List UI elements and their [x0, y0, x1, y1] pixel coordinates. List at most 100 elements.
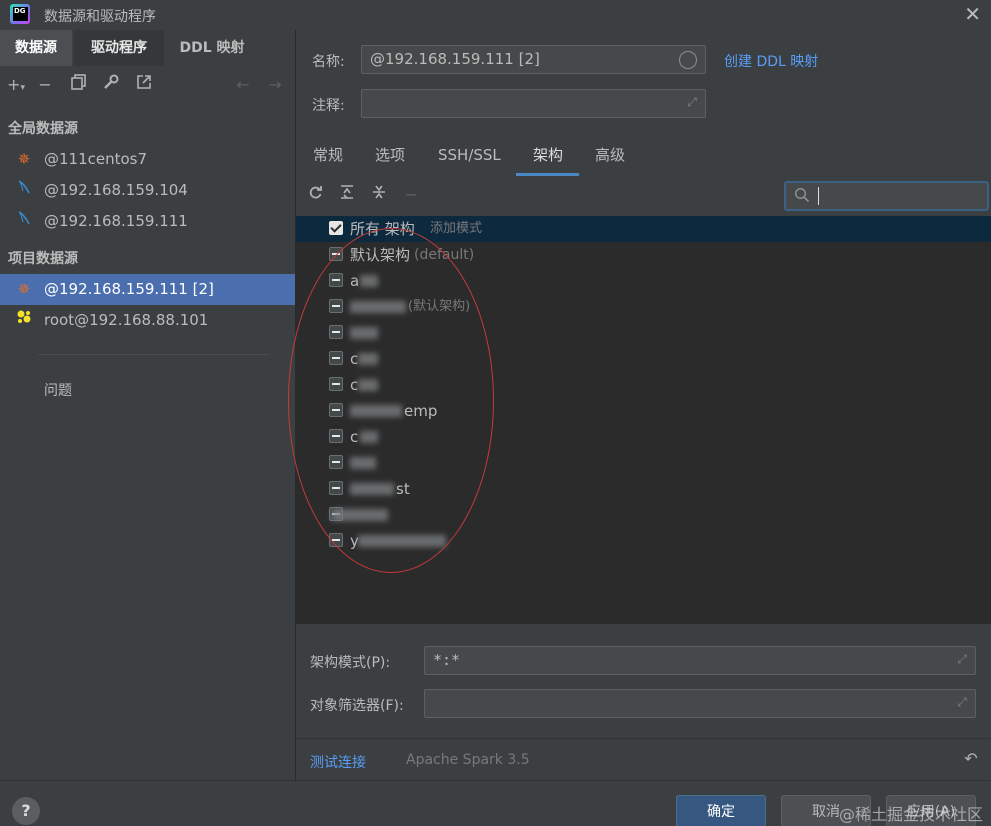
checkbox[interactable] [329, 481, 343, 495]
datasource-label: @192.168.159.111 [2] [44, 280, 214, 298]
schema-row-all[interactable]: 所有 架构 添加模式 [296, 216, 991, 242]
forward-arrow-icon[interactable]: → [264, 74, 286, 96]
minus-icon[interactable]: − [400, 184, 422, 206]
schema-row[interactable]: y [296, 528, 991, 554]
refresh-icon[interactable] [304, 184, 326, 206]
left-tabs: 数据源 驱动程序 DDL 映射 [0, 30, 295, 66]
schema-row[interactable]: c [296, 424, 991, 450]
comment-field[interactable]: ⤢ [361, 89, 706, 118]
schema-search-input[interactable] [784, 181, 989, 211]
datasource-item[interactable]: root@192.168.88.101 [0, 305, 295, 336]
redacted-text [358, 535, 446, 547]
schema-name: emp [404, 402, 438, 420]
ok-button[interactable]: 确定 [676, 795, 766, 826]
checkbox[interactable] [329, 351, 343, 365]
comment-label: 注释: [312, 98, 345, 114]
checkbox[interactable] [329, 221, 343, 235]
object-filter-label: 对象筛选器(F): [310, 698, 404, 714]
datagrip-logo-icon: DG [10, 4, 30, 24]
text-caret [818, 187, 819, 205]
schema-name: c [350, 428, 359, 446]
datasource-label: @111centos7 [44, 150, 148, 168]
open-external-icon[interactable] [133, 74, 155, 96]
problems-item[interactable]: 问题 [44, 380, 72, 400]
schema-pattern-label: 架构模式(P): [310, 655, 391, 671]
schema-row[interactable]: 默认架构 (default) [296, 242, 991, 268]
schema-name: 默认架构 [350, 246, 411, 264]
checkbox[interactable] [329, 533, 343, 547]
schema-name: a [350, 272, 360, 290]
settings-tabs: 常规 选项 SSH/SSL 架构 高级 [296, 140, 991, 176]
project-datasources-title: 项目数据源 [8, 251, 78, 267]
redacted-text [332, 509, 388, 521]
dialog-footer: ? 确定 取消 应用(A) @稀土掘金技术社区 [0, 780, 991, 826]
checkbox[interactable] [329, 403, 343, 417]
schema-row[interactable] [296, 450, 991, 476]
schema-name: c [350, 350, 359, 368]
expand-all-icon[interactable] [336, 184, 358, 206]
tab-datasources[interactable]: 数据源 [0, 30, 72, 66]
schema-row[interactable]: st [296, 476, 991, 502]
color-circle-icon[interactable] [679, 51, 697, 69]
back-arrow-icon[interactable]: ← [232, 74, 254, 96]
settings-icon[interactable] [100, 74, 122, 96]
datasource-item[interactable]: @192.168.159.111 [0, 206, 295, 237]
name-field[interactable]: @192.168.159.111 [2] [361, 45, 706, 74]
tab-advanced[interactable]: 高级 [595, 140, 625, 176]
expand-icon[interactable]: ⤢ [685, 95, 699, 109]
redacted-text [350, 327, 378, 339]
watermark: @稀土掘金技术社区 [838, 805, 983, 824]
checkbox[interactable] [329, 247, 343, 261]
datasource-item-selected[interactable]: ✵ @192.168.159.111 [2] [0, 274, 295, 305]
create-ddl-mapping-link[interactable]: 创建 DDL 映射 [724, 51, 818, 71]
help-button[interactable]: ? [12, 797, 40, 825]
window-title: 数据源和驱动程序 [44, 9, 156, 25]
mysql-icon [14, 175, 34, 206]
expand-icon[interactable]: ⤢ [955, 652, 969, 666]
schema-hint: (default) [414, 247, 475, 263]
redacted-text [350, 457, 376, 469]
schema-row[interactable]: c [296, 372, 991, 398]
remove-icon[interactable]: − [34, 74, 56, 96]
redacted-text [360, 431, 378, 443]
expand-icon[interactable]: ⤢ [955, 695, 969, 709]
checkbox[interactable] [329, 299, 343, 313]
datasource-label: root@192.168.88.101 [44, 311, 209, 329]
tab-options[interactable]: 选项 [375, 140, 405, 176]
datasource-label: @192.168.159.111 [44, 212, 188, 230]
right-panel: 名称: @192.168.159.111 [2] 创建 DDL 映射 注释: ⤢… [288, 30, 991, 780]
spark-icon: ✵ [17, 150, 31, 168]
checkbox[interactable] [329, 325, 343, 339]
schema-tree: 所有 架构 添加模式 默认架构 (default) a (默认架构) c c e… [288, 216, 991, 624]
test-connection-link[interactable]: 测试连接 [310, 752, 366, 772]
checkbox[interactable] [329, 455, 343, 469]
schema-pattern-field[interactable]: *:* ⤢ [424, 646, 976, 675]
tab-ssh-ssl[interactable]: SSH/SSL [438, 140, 501, 176]
collapse-all-icon[interactable] [368, 184, 390, 206]
datasource-item[interactable]: @192.168.159.104 [0, 175, 295, 206]
datasource-item[interactable]: ✵ @111centos7 [0, 144, 295, 175]
redacted-text [358, 353, 378, 365]
close-icon[interactable]: ✕ [964, 2, 981, 26]
schema-row[interactable] [296, 320, 991, 346]
checkbox[interactable] [329, 273, 343, 287]
redacted-text [360, 275, 378, 287]
schema-row[interactable] [296, 502, 991, 528]
search-icon [794, 187, 810, 207]
tab-drivers[interactable]: 驱动程序 [74, 30, 164, 66]
tab-ddl-mappings[interactable]: DDL 映射 [168, 30, 256, 66]
checkbox[interactable] [329, 429, 343, 443]
schema-row[interactable]: a [296, 268, 991, 294]
object-filter-field[interactable]: ⤢ [424, 689, 976, 718]
checkbox[interactable] [329, 377, 343, 391]
schema-row[interactable]: (默认架构) [296, 294, 991, 320]
divider [296, 738, 991, 739]
schema-row[interactable]: emp [296, 398, 991, 424]
schema-pattern-value: *:* [433, 651, 461, 669]
schema-row[interactable]: c [296, 346, 991, 372]
duplicate-icon[interactable] [68, 74, 90, 96]
tab-schemas[interactable]: 架构 [533, 140, 563, 176]
undo-icon[interactable]: ↶ [960, 748, 982, 770]
add-icon[interactable]: +▾ [5, 74, 27, 96]
tab-general[interactable]: 常规 [313, 140, 343, 176]
